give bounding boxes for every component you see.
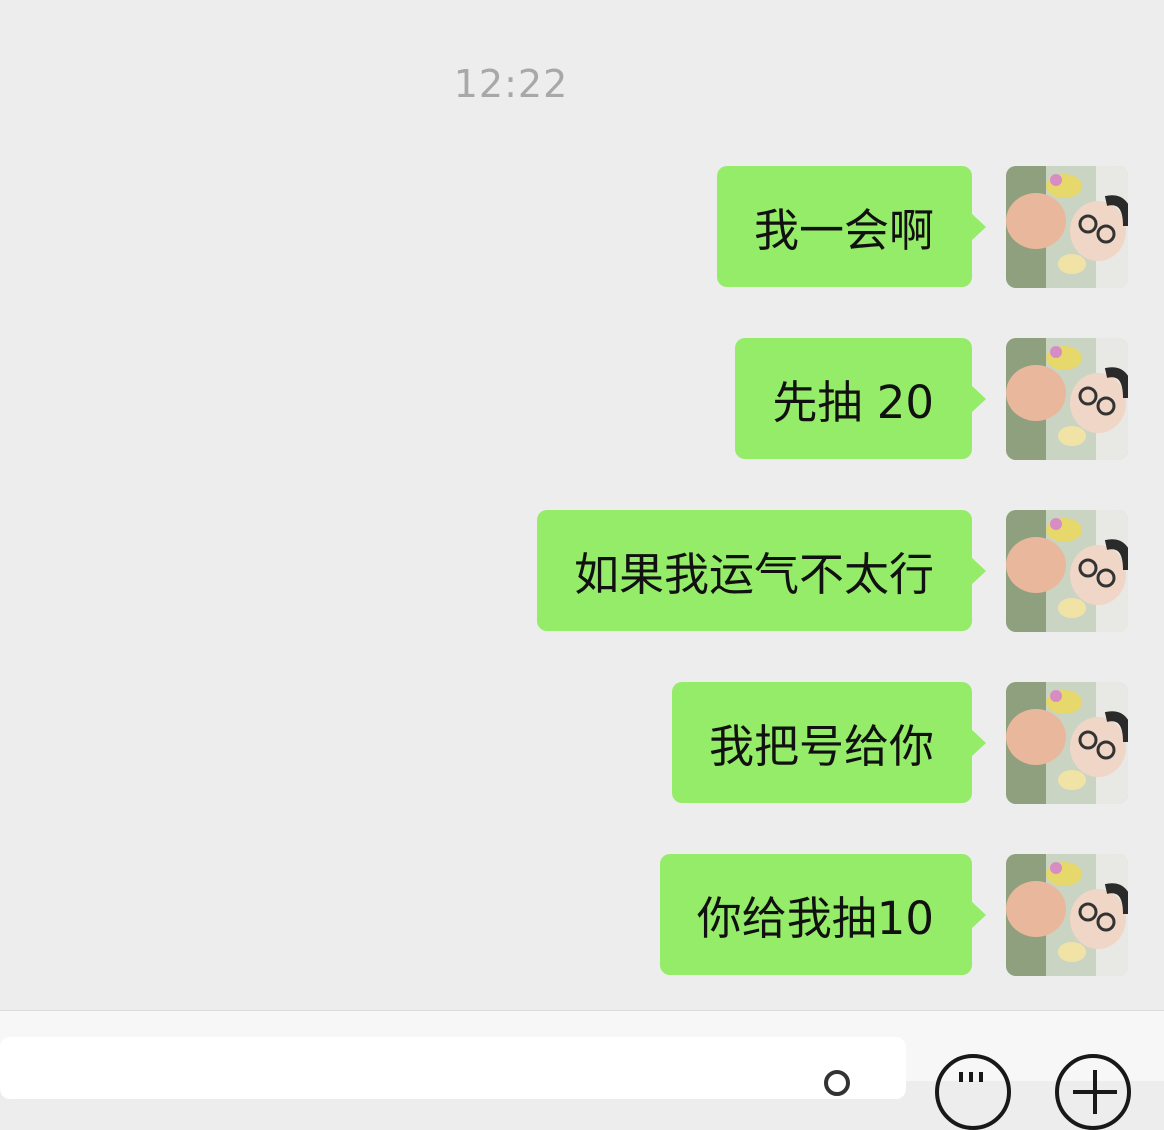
- emoji-eye: [979, 1072, 983, 1082]
- message-timestamp: 12:22: [453, 62, 569, 106]
- message-bubble[interactable]: 先抽 20: [735, 338, 986, 459]
- avatar-photo: [1006, 510, 1128, 632]
- message-bubble[interactable]: 你给我抽10: [659, 854, 987, 975]
- avatar[interactable]: [1006, 338, 1128, 460]
- message-row: 如果我运气不太行: [0, 510, 1164, 632]
- chat-area[interactable]: 12:22 我一会啊 先抽 20 如果我运气不太行 我把号给你 你给我抽10: [0, 0, 1164, 1010]
- avatar-photo: [1006, 166, 1128, 288]
- message-input[interactable]: [0, 1037, 906, 1099]
- message-bubble[interactable]: 如果我运气不太行: [536, 510, 987, 631]
- plus-icon[interactable]: [1055, 1054, 1131, 1130]
- message-bubble[interactable]: 我把号给你: [671, 682, 987, 803]
- message-row: 你给我抽10: [0, 854, 1164, 976]
- message-row: 我把号给你: [0, 682, 1164, 804]
- message-row: 先抽 20: [0, 338, 1164, 460]
- avatar[interactable]: [1006, 510, 1128, 632]
- avatar-photo: [1006, 338, 1128, 460]
- avatar-photo: [1006, 682, 1128, 804]
- emoji-icon[interactable]: [935, 1054, 1011, 1130]
- avatar[interactable]: [1006, 682, 1128, 804]
- emoji-eye: [969, 1072, 973, 1082]
- emoji-eye: [959, 1072, 963, 1082]
- message-row: 我一会啊: [0, 166, 1164, 288]
- voice-icon[interactable]: [824, 1070, 850, 1096]
- avatar-photo: [1006, 854, 1128, 976]
- message-bubble[interactable]: 我一会啊: [716, 166, 987, 287]
- avatar[interactable]: [1006, 166, 1128, 288]
- avatar[interactable]: [1006, 854, 1128, 976]
